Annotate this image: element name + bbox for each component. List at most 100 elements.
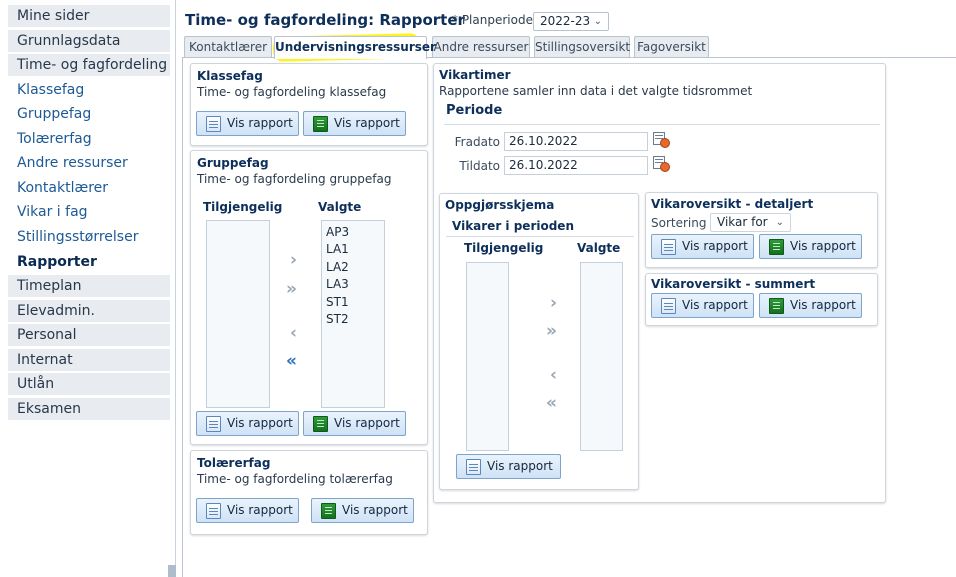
tolaererfag-subtitle: Time- og fagfordeling tolærerfag — [197, 472, 393, 486]
klassefag-excel-button[interactable]: Vis rapport — [303, 111, 406, 136]
vikaroversikt-summert-panel: Vikaroversikt - summert Vis rapport Vis … — [645, 273, 878, 326]
vikaroversikt-detaljert-panel: Vikaroversikt - detaljert Sortering Vika… — [645, 192, 878, 268]
list-item[interactable]: AP3 — [326, 225, 349, 239]
klassefag-title: Klassefag — [197, 69, 263, 83]
list-item[interactable]: LA2 — [326, 260, 349, 274]
tildato-label: Tildato — [459, 159, 500, 173]
sidebar-nav: Mine sider Grunnlagsdata Time- og fagfor… — [0, 0, 176, 577]
list-item[interactable]: LA1 — [326, 242, 349, 256]
button-label: Vis rapport — [227, 116, 293, 130]
sidebar-item-andre-ressurser[interactable]: Andre ressurser — [8, 152, 170, 174]
gruppefag-pdf-button[interactable]: Vis rapport — [196, 411, 299, 436]
oppgjor-pdf-button[interactable]: Vis rapport — [456, 454, 561, 479]
chevron-down-icon: ⌄ — [593, 16, 602, 27]
sidebar-item-time-og-fagfordeling[interactable]: Time- og fagfordeling — [8, 54, 170, 76]
tildato-input[interactable]: 26.10.2022 — [504, 156, 648, 175]
document-icon — [206, 116, 221, 132]
button-label: Vis rapport — [334, 116, 400, 130]
sortering-value: Vikar for — [717, 215, 768, 229]
spreadsheet-icon — [313, 416, 328, 432]
sidebar-item-tolaererfag[interactable]: Tolærerfag — [8, 128, 170, 150]
sidebar-item-grunnlagsdata[interactable]: Grunnlagsdata — [8, 30, 170, 52]
calendar-icon[interactable] — [653, 156, 670, 172]
vikartimer-subtitle: Rapportene samler inn data i det valgte … — [439, 84, 753, 98]
gruppefag-selected-list[interactable]: AP3 LA1 LA2 LA3 ST1 ST2 — [321, 220, 385, 408]
vikaroversikt-detaljert-pdf-button[interactable]: Vis rapport — [651, 234, 754, 259]
spreadsheet-icon — [769, 239, 784, 255]
vikaroversikt-summert-pdf-button[interactable]: Vis rapport — [651, 293, 754, 318]
sidebar-scrollbar[interactable] — [168, 565, 176, 577]
tolaererfag-panel: Tolærerfag Time- og fagfordeling tolærer… — [190, 450, 428, 535]
tab-fagoversikt[interactable]: Fagoversikt — [634, 36, 709, 58]
sortering-label: Sortering — [651, 216, 707, 230]
fradato-label: Fradato — [454, 135, 500, 149]
oppgjor-available-heading: Tilgjengelig — [464, 241, 544, 255]
sidebar-item-klassefag[interactable]: Klassefag — [8, 79, 170, 101]
vikaroversikt-summert-excel-button[interactable]: Vis rapport — [759, 293, 862, 318]
sortering-select[interactable]: Vikar for ⌄ — [710, 213, 791, 232]
fradato-input[interactable]: 26.10.2022 — [504, 132, 648, 151]
sidebar-item-elevadmin[interactable]: Elevadmin. — [8, 300, 170, 322]
gruppefag-excel-button[interactable]: Vis rapport — [303, 411, 406, 436]
sidebar-item-gruppefag[interactable]: Gruppefag — [8, 103, 170, 125]
move-right-icon[interactable]: › — [550, 295, 557, 312]
page-title: Time- og fagfordeling: Rapporter — [185, 11, 465, 29]
button-label: Vis rapport — [682, 239, 748, 253]
tab-kontaktlaerer[interactable]: Kontaktlærer — [184, 36, 272, 58]
sidebar-item-vikar-i-fag[interactable]: Vikar i fag — [8, 201, 170, 223]
vikaroversikt-detaljert-excel-button[interactable]: Vis rapport — [759, 234, 862, 259]
button-label: Vis rapport — [790, 239, 856, 253]
move-all-left-icon[interactable]: « — [546, 395, 557, 412]
oppgjor-selected-list[interactable] — [580, 262, 623, 451]
planperiode-value: 2022-23 — [540, 14, 591, 28]
oppgjor-available-list[interactable] — [466, 262, 509, 451]
move-all-right-icon[interactable]: » — [286, 281, 297, 298]
oppgjorsskjema-title: Oppgjørsskjema — [445, 198, 555, 212]
gruppefag-subtitle: Time- og fagfordeling gruppefag — [197, 172, 392, 186]
tolaererfag-pdf-button[interactable]: Vis rapport — [196, 498, 299, 523]
document-icon — [466, 459, 481, 475]
gruppefag-panel: Gruppefag Time- og fagfordeling gruppefa… — [190, 150, 428, 445]
tab-stillingsoversikt[interactable]: Stillingsoversikt — [534, 36, 630, 58]
button-label: Vis rapport — [227, 416, 293, 430]
oppgjorsskjema-panel: Oppgjørsskjema Vikarer i perioden Tilgje… — [439, 193, 639, 490]
calendar-icon[interactable] — [653, 132, 670, 148]
move-left-icon[interactable]: ‹ — [550, 367, 557, 384]
move-all-left-icon[interactable]: « — [286, 353, 297, 370]
sidebar-item-rapporter[interactable]: Rapporter — [8, 251, 170, 273]
sidebar-item-kontaktlaerer[interactable]: Kontaktlærer — [8, 177, 170, 199]
klassefag-panel: Klassefag Time- og fagfordeling klassefa… — [190, 63, 428, 146]
document-icon — [661, 239, 676, 255]
tab-undervisningsressurser[interactable]: Undervisningsressurser — [274, 36, 436, 59]
gruppefag-available-list[interactable] — [206, 220, 270, 408]
button-label: Vis rapport — [227, 503, 293, 517]
list-item[interactable]: ST2 — [326, 312, 349, 326]
sidebar-item-timeplan[interactable]: Timeplan — [8, 275, 170, 297]
vikaroversikt-detaljert-title: Vikaroversikt - detaljert — [651, 197, 814, 211]
sidebar-item-personal[interactable]: Personal — [8, 324, 170, 346]
vikartimer-title: Vikartimer — [439, 68, 511, 82]
button-label: Vis rapport — [334, 416, 400, 430]
tolaererfag-excel-button[interactable]: Vis rapport — [311, 498, 414, 523]
button-label: Vis rapport — [790, 298, 856, 312]
sidebar-item-internat[interactable]: Internat — [8, 349, 170, 371]
move-right-icon[interactable]: › — [290, 252, 297, 269]
sidebar-item-stillingsstorrelser[interactable]: Stillingsstørrelser — [8, 226, 170, 248]
move-all-right-icon[interactable]: » — [546, 323, 557, 340]
sidebar-item-mine-sider[interactable]: Mine sider — [8, 5, 170, 27]
gruppefag-title: Gruppefag — [197, 156, 269, 170]
sidebar-item-utlan[interactable]: Utlån — [8, 373, 170, 395]
spreadsheet-icon — [769, 298, 784, 314]
sidebar-item-eksamen[interactable]: Eksamen — [8, 398, 170, 420]
move-left-icon[interactable]: ‹ — [290, 325, 297, 342]
planperiode-select[interactable]: 2022-23 ⌄ — [533, 12, 609, 31]
vikarer-i-perioden-heading: Vikarer i perioden — [452, 219, 574, 233]
chevron-down-icon: ⌄ — [775, 217, 784, 228]
tab-andre-ressurser[interactable]: Andre ressurser — [432, 36, 530, 58]
klassefag-pdf-button[interactable]: Vis rapport — [196, 111, 299, 136]
oppgjor-divider — [446, 236, 634, 237]
oppgjor-selected-heading: Valgte — [577, 241, 621, 255]
list-item[interactable]: LA3 — [326, 277, 349, 291]
list-item[interactable]: ST1 — [326, 295, 349, 309]
button-label: Vis rapport — [487, 459, 553, 473]
